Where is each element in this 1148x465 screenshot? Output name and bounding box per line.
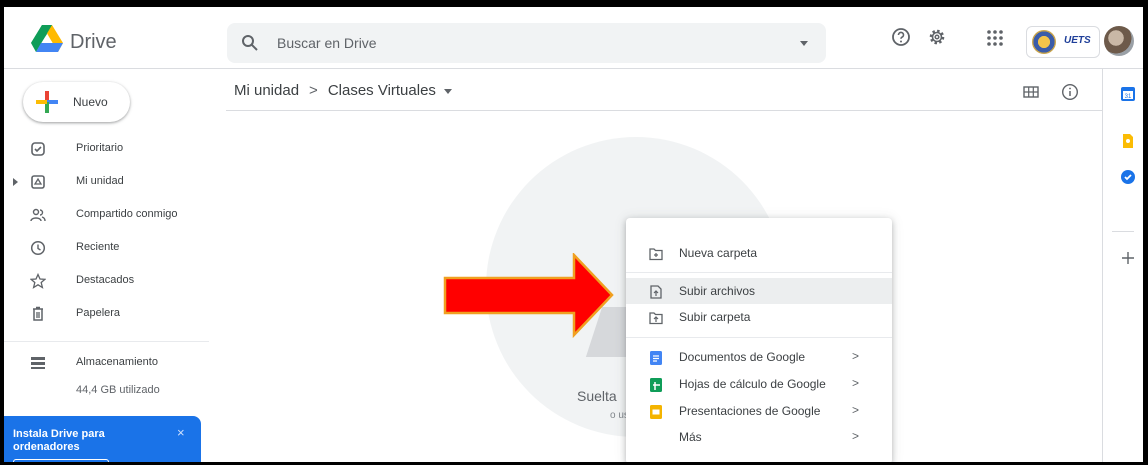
menu-item-new-folder[interactable]: Nueva carpeta xyxy=(626,240,892,266)
menu-item-google-sheets[interactable]: Hojas de cálculo de Google > xyxy=(626,371,892,397)
uets-seal-logo xyxy=(1032,30,1056,54)
sidebar-item-label: Prioritario xyxy=(76,142,124,154)
folder-upload-icon xyxy=(649,312,663,325)
menu-item-label: Subir archivos xyxy=(679,284,756,298)
new-button[interactable]: Nuevo xyxy=(23,82,130,122)
menu-item-label: Más xyxy=(679,430,702,444)
top-bar: Drive UETS xyxy=(4,7,1143,69)
promo-title: Instala Drive para ordenadores xyxy=(13,428,105,453)
rail-divider xyxy=(1112,231,1134,232)
folder-menu-dropdown-icon[interactable] xyxy=(443,88,452,94)
sidebar-item-label: Mi unidad xyxy=(76,175,124,187)
menu-item-label: Nueva carpeta xyxy=(679,246,758,260)
drop-zone-title: Suelta xyxy=(577,388,617,404)
google-slides-icon xyxy=(650,405,662,419)
clock-icon xyxy=(30,240,46,256)
side-panel-rail xyxy=(1102,69,1143,462)
breadcrumb: Mi unidad > Clases Virtuales xyxy=(234,82,452,99)
account-organization-badge[interactable]: UETS xyxy=(1026,26,1100,58)
drive-logo-icon[interactable] xyxy=(31,25,63,52)
search-icon[interactable] xyxy=(241,34,259,52)
help-icon[interactable] xyxy=(891,27,911,47)
breadcrumb-separator: > xyxy=(309,82,318,99)
breadcrumb-root[interactable]: Mi unidad xyxy=(234,82,299,99)
app-name[interactable]: Drive xyxy=(70,31,117,54)
chevron-right-icon: > xyxy=(852,376,860,390)
info-icon[interactable] xyxy=(1061,83,1079,101)
new-item-context-menu: Nueva carpeta Subir archivos Subir carpe… xyxy=(626,218,892,462)
menu-item-google-docs[interactable]: Documentos de Google > xyxy=(626,344,892,370)
add-addon-icon[interactable] xyxy=(1121,251,1135,265)
trash-icon xyxy=(33,306,43,321)
breadcrumb-current-folder[interactable]: Clases Virtuales xyxy=(328,82,436,99)
sidebar-item-recent[interactable]: Reciente xyxy=(4,233,209,263)
close-icon[interactable]: × xyxy=(177,425,185,440)
apps-grid-icon[interactable] xyxy=(985,28,1005,48)
google-docs-icon xyxy=(650,351,662,365)
menu-item-upload-folder[interactable]: Subir carpeta xyxy=(626,304,892,330)
menu-divider xyxy=(626,272,892,273)
search-options-icon[interactable] xyxy=(800,41,808,46)
chevron-right-icon: > xyxy=(852,349,860,363)
sidebar-item-priority[interactable]: Prioritario xyxy=(4,134,209,164)
keep-icon[interactable] xyxy=(1121,134,1135,148)
menu-item-upload-files[interactable]: Subir archivos xyxy=(626,278,892,304)
my-drive-icon xyxy=(31,175,45,189)
google-sheets-icon xyxy=(650,378,662,392)
sidebar-item-label: Papelera xyxy=(76,307,121,319)
sidebar-item-my-drive[interactable]: Mi unidad xyxy=(4,167,209,197)
tasks-icon[interactable] xyxy=(1121,170,1135,184)
sidebar-item-shared[interactable]: Compartido conmigo xyxy=(4,200,209,230)
star-icon xyxy=(30,273,46,289)
install-drive-promo: Instala Drive para ordenadores × xyxy=(4,416,201,462)
search-bar[interactable] xyxy=(227,23,826,63)
sidebar-item-label: Almacenamiento xyxy=(76,356,158,368)
menu-item-google-slides[interactable]: Presentaciones de Google > xyxy=(626,398,892,424)
menu-item-label: Presentaciones de Google xyxy=(679,404,821,418)
menu-item-more[interactable]: Más > xyxy=(626,424,892,450)
calendar-day: 31 xyxy=(1125,94,1132,100)
account-brand: UETS xyxy=(1064,35,1091,46)
storage-usage-text: 44,4 GB utilizado xyxy=(76,384,160,396)
check-circle-icon xyxy=(31,142,45,156)
chevron-right-icon: > xyxy=(852,429,860,443)
new-folder-icon xyxy=(649,248,663,261)
sidebar-item-label: Reciente xyxy=(76,241,120,253)
sidebar-divider xyxy=(4,341,209,342)
sidebar-item-trash[interactable]: Papelera xyxy=(4,299,209,329)
menu-item-label: Subir carpeta xyxy=(679,310,751,324)
sidebar-item-label: Compartido conmigo xyxy=(76,208,178,220)
toolbar-divider xyxy=(226,110,1102,111)
plus-icon xyxy=(36,91,58,113)
search-input[interactable] xyxy=(277,23,757,63)
sidebar-item-label: Destacados xyxy=(76,274,135,286)
new-button-label: Nuevo xyxy=(73,95,108,109)
sidebar-item-starred[interactable]: Destacados xyxy=(4,266,209,296)
storage-icon xyxy=(31,357,45,369)
red-arrow-annotation xyxy=(443,253,614,338)
menu-item-label: Documentos de Google xyxy=(679,350,806,364)
user-avatar[interactable] xyxy=(1104,26,1134,56)
menu-item-label: Hojas de cálculo de Google xyxy=(679,377,826,391)
sidebar-item-storage[interactable]: Almacenamiento xyxy=(4,348,209,378)
calendar-icon[interactable]: 31 xyxy=(1121,87,1135,101)
file-upload-icon xyxy=(650,285,662,299)
drive-window: Drive UETS xyxy=(4,7,1143,462)
promo-download-button[interactable] xyxy=(13,459,109,462)
grid-view-icon[interactable] xyxy=(1023,84,1039,100)
settings-gear-icon[interactable] xyxy=(927,27,947,47)
chevron-right-icon: > xyxy=(852,403,860,417)
expand-arrow-icon[interactable] xyxy=(13,178,18,186)
menu-divider xyxy=(626,337,892,338)
shared-people-icon xyxy=(30,208,46,222)
